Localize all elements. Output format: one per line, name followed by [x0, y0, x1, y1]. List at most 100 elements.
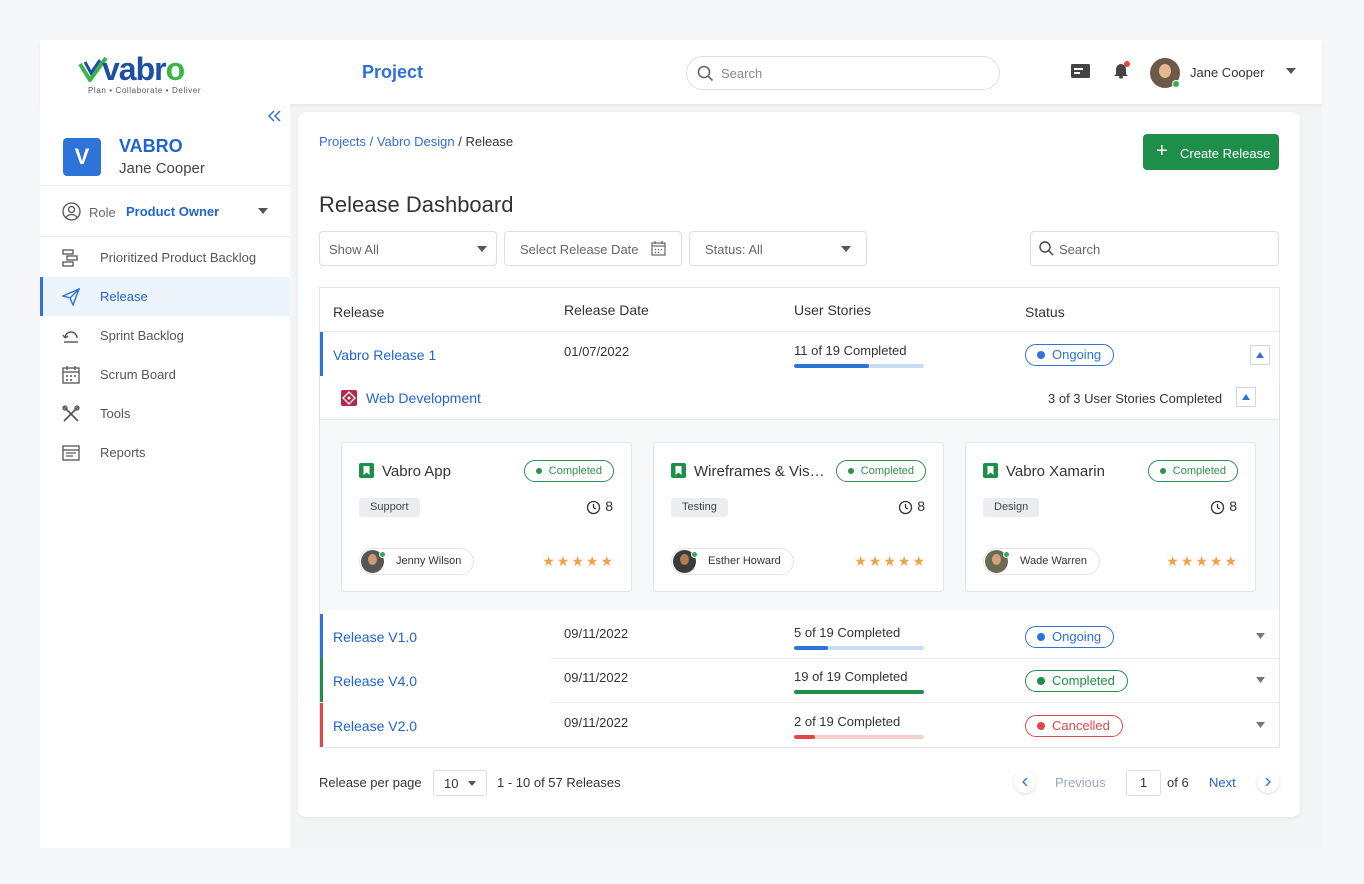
bell-icon[interactable] [1112, 60, 1132, 80]
role-selector[interactable]: Role Product Owner [40, 187, 290, 237]
column-header-status: Status [1025, 304, 1065, 320]
inbox-icon[interactable] [1070, 62, 1091, 80]
assignee-chip[interactable]: Esther Howard [671, 548, 794, 575]
clock-icon [587, 500, 601, 515]
chevron-left-icon [1022, 778, 1028, 786]
chevron-down-icon[interactable] [1256, 633, 1265, 639]
progress-bar [794, 364, 924, 368]
story-points: 8 [587, 498, 613, 515]
star-rating[interactable]: ★★★★★ [1166, 553, 1239, 570]
online-indicator [1003, 551, 1010, 558]
create-release-button[interactable]: + Create Release [1143, 134, 1279, 170]
next-link[interactable]: Next [1209, 775, 1236, 790]
clock-icon [899, 500, 913, 515]
per-page-value: 10 [444, 776, 459, 791]
online-indicator [379, 551, 386, 558]
feature-group-name[interactable]: Web Development [366, 390, 481, 406]
assignee-chip[interactable]: Wade Warren [983, 548, 1101, 575]
feature-group-row[interactable]: Web Development 3 of 3 User Stories Comp… [320, 376, 1279, 420]
sidebar-item-backlog[interactable]: Prioritized Product Backlog [40, 238, 290, 277]
per-page-select[interactable]: 10 [433, 770, 487, 796]
next-page-button[interactable] [1257, 771, 1279, 793]
status-dot [847, 468, 854, 474]
prev-page-button[interactable] [1014, 771, 1036, 793]
status-filter-select[interactable]: Status: All [689, 231, 867, 266]
sidebar-item-reports[interactable]: Reports [40, 433, 290, 472]
user-story-card[interactable]: Vabro Xamarin Completed Design 8 Wade Wa… [965, 442, 1256, 592]
breadcrumb-project[interactable]: Vabro Design [377, 134, 455, 149]
assignee-name: Jenny Wilson [396, 555, 462, 567]
release-search-input[interactable]: Search [1030, 231, 1279, 266]
card-status-badge: Completed [523, 460, 614, 482]
table-row[interactable]: Release V4.0 09/11/2022 19 of 19 Complet… [320, 658, 1279, 702]
previous-link[interactable]: Previous [1055, 775, 1106, 790]
results-range: 1 - 10 of 57 Releases [497, 775, 621, 790]
chevron-down-icon[interactable] [1256, 722, 1265, 728]
sidebar: V VABRO Jane Cooper Role Product Owner P… [40, 104, 290, 848]
status-dot [535, 468, 542, 474]
table-row[interactable]: Release V2.0 09/11/2022 2 of 19 Complete… [320, 703, 1279, 747]
progress-fill [794, 735, 815, 739]
status-dot [1159, 468, 1166, 474]
search-icon [1039, 241, 1054, 256]
release-name[interactable]: Release V2.0 [333, 718, 417, 734]
sprint-icon [62, 331, 78, 343]
user-stories-count: 19 of 19 Completed [794, 669, 908, 684]
release-date: 09/11/2022 [564, 626, 629, 641]
reports-icon [62, 445, 80, 461]
breadcrumb-projects[interactable]: Projects [319, 134, 366, 149]
page-number-input[interactable]: 1 [1126, 770, 1161, 796]
release-name[interactable]: Vabro Release 1 [333, 347, 436, 363]
sidebar-item-scrum-board[interactable]: Scrum Board [40, 355, 290, 394]
status-badge: Cancelled [1025, 715, 1123, 737]
sidebar-item-label: Sprint Backlog [100, 328, 184, 343]
plus-icon: + [1156, 140, 1168, 162]
release-date-picker[interactable]: Select Release Date [504, 231, 682, 266]
progress-fill [794, 690, 924, 694]
release-date: 01/07/2022 [564, 344, 630, 359]
column-header-user-stories: User Stories [794, 302, 872, 318]
star-rating[interactable]: ★★★★★ [854, 553, 927, 570]
collapse-row-button[interactable] [1250, 345, 1270, 365]
story-points-value: 8 [917, 498, 925, 514]
chevron-up-icon [1256, 352, 1264, 358]
vabro-logo[interactable]: vabro Plan • Collaborate • Deliver [78, 52, 218, 98]
user-story-card[interactable]: Vabro App Completed Support 8 Jenny Wils… [341, 442, 632, 592]
release-table: Release Release Date User Stories Status… [319, 287, 1280, 748]
release-name[interactable]: Release V1.0 [333, 629, 417, 645]
status-dot [1037, 633, 1045, 641]
release-date-placeholder: Select Release Date [520, 242, 639, 257]
table-row[interactable]: Vabro Release 1 01/07/2022 11 of 19 Comp… [320, 332, 1279, 376]
bookmark-icon [983, 463, 998, 478]
card-status-text: Completed [860, 465, 914, 477]
user-name: Jane Cooper [1190, 65, 1265, 80]
star-rating[interactable]: ★★★★★ [542, 553, 615, 570]
sidebar-item-sprint-backlog[interactable]: Sprint Backlog [40, 316, 290, 355]
collapse-sidebar-icon[interactable] [268, 110, 282, 122]
sidebar-item-tools[interactable]: Tools [40, 394, 290, 433]
card-title: Vabro Xamarin [1006, 463, 1105, 480]
release-name[interactable]: Release V4.0 [333, 673, 417, 689]
story-points-value: 8 [1229, 498, 1237, 514]
breadcrumb-current: Release [465, 134, 514, 149]
breadcrumb: Projects / Vabro Design / Release [319, 134, 513, 149]
table-row[interactable]: Release V1.0 09/11/2022 5 of 19 Complete… [320, 614, 1279, 658]
chevron-down-icon[interactable] [1256, 677, 1265, 683]
paper-plane-icon [62, 288, 80, 306]
org-user: Jane Cooper [119, 160, 205, 177]
top-search-input[interactable]: Search [686, 56, 1000, 90]
collapse-group-button[interactable] [1236, 387, 1256, 407]
user-story-card[interactable]: Wireframes & Visual Design Completed Tes… [653, 442, 944, 592]
card-status-text: Completed [1172, 465, 1226, 477]
chevron-down-icon [468, 781, 476, 786]
logo-tagline: Plan • Collaborate • Deliver [88, 86, 202, 95]
show-filter-select[interactable]: Show All [319, 231, 497, 266]
backlog-icon [62, 249, 78, 267]
progress-bar [794, 646, 924, 650]
sidebar-item-release[interactable]: Release [40, 277, 290, 316]
status-badge: Ongoing [1025, 344, 1115, 366]
sidebar-item-label: Scrum Board [100, 367, 176, 382]
assignee-chip[interactable]: Jenny Wilson [359, 548, 475, 575]
breadcrumb-separator: / [365, 134, 377, 149]
release-search-placeholder: Search [1059, 242, 1101, 257]
